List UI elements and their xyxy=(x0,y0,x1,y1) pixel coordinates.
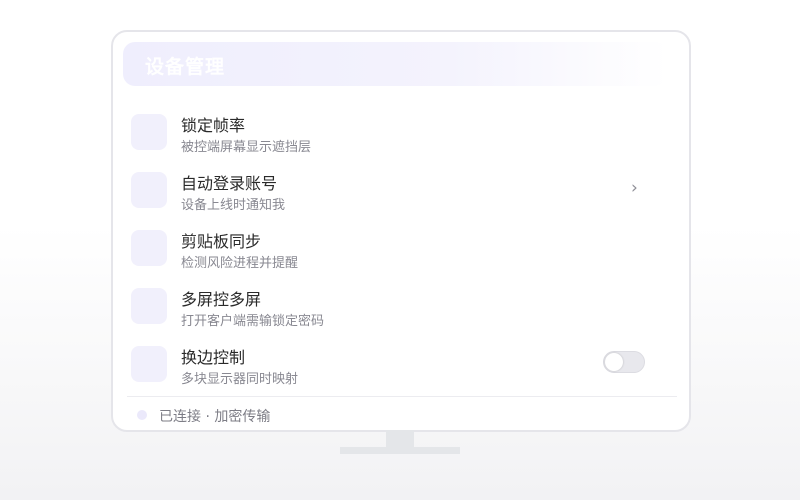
chevron-right-icon[interactable]: › xyxy=(631,178,638,198)
monitor-frame: 设备管理 锁定帧率 被控端屏幕显示遮挡层 自动登录账号 设备上线时通知我 › 剪… xyxy=(111,30,691,432)
status-dot-icon xyxy=(137,410,147,420)
settings-item-title: 多屏控多屏 xyxy=(181,290,262,309)
settings-item-subtitle: 打开客户端需输锁定密码 xyxy=(181,314,325,329)
monitor-stand-base xyxy=(340,447,460,454)
monitor-stand-neck xyxy=(386,430,414,447)
blank-icon xyxy=(131,346,167,382)
blank-icon xyxy=(131,114,167,150)
toggle-knob xyxy=(605,353,623,371)
settings-item-auto-login[interactable]: 自动登录账号 设备上线时通知我 › xyxy=(131,170,651,220)
status-text: 已连接 · 加密传输 xyxy=(159,409,271,425)
settings-item-edge-control[interactable]: 换边控制 多块显示器同时映射 xyxy=(131,344,651,394)
blank-icon xyxy=(131,288,167,324)
settings-item-subtitle: 检测风险进程并提醒 xyxy=(181,256,299,271)
title-bar: 设备管理 xyxy=(123,42,668,86)
settings-item-title: 剪贴板同步 xyxy=(181,232,262,251)
blank-icon xyxy=(131,230,167,266)
settings-item-subtitle: 多块显示器同时映射 xyxy=(181,372,299,387)
settings-item-clipboard-sync[interactable]: 剪贴板同步 检测风险进程并提醒 xyxy=(131,228,651,278)
settings-item-title: 锁定帧率 xyxy=(181,116,246,135)
page-title: 设备管理 xyxy=(145,56,226,78)
blank-icon xyxy=(131,172,167,208)
settings-item-multi-screen[interactable]: 多屏控多屏 打开客户端需输锁定密码 xyxy=(131,286,651,336)
settings-item-title: 换边控制 xyxy=(181,348,246,367)
settings-item-title: 自动登录账号 xyxy=(181,174,278,193)
settings-item-lock-framerate[interactable]: 锁定帧率 被控端屏幕显示遮挡层 xyxy=(131,112,651,162)
settings-item-subtitle: 设备上线时通知我 xyxy=(181,198,286,213)
divider xyxy=(127,396,677,397)
edge-control-toggle[interactable] xyxy=(603,351,645,373)
settings-item-subtitle: 被控端屏幕显示遮挡层 xyxy=(181,140,312,155)
